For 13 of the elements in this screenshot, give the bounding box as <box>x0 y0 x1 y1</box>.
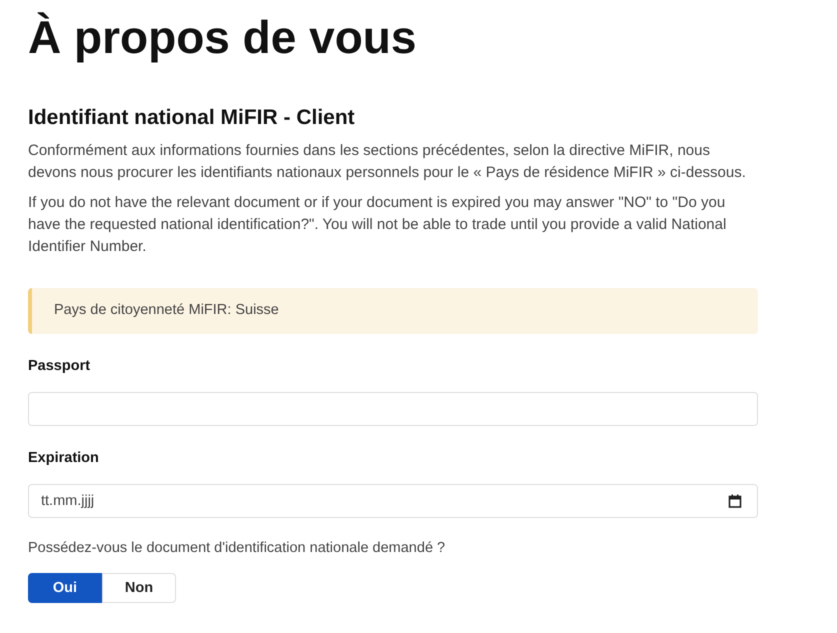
text-field[interactable] <box>28 392 758 426</box>
paragraph: If you do not have the relevant document or if your document is expired you may answer "NO" to "Do you have the requested national identification?". You will not be able to trade until you provide a valid National Identifier Number. <box>28 193 728 258</box>
page-title: À propos de vous <box>28 10 418 65</box>
toggle-option[interactable]: Oui <box>28 573 102 604</box>
field-label: Expiration <box>28 448 99 468</box>
question-text: Possédez-vous le document d'identification nationale demandé ? <box>28 538 446 558</box>
calendar-icon[interactable] <box>728 494 742 508</box>
paragraph: Conformément aux informations fournies dans les sections précédentes, selon la directive MiFIR, nous devons nous procurer les identifiants nationaux personnels pour le « Pays de résidence MiFIR » ci-dessous. <box>28 141 747 184</box>
section-title: Identifiant national MiFIR - Client <box>28 105 356 130</box>
date-field[interactable]: tt.mm.jjjj <box>28 484 758 518</box>
notice-banner: Pays de citoyenneté MiFIR: Suisse <box>28 288 758 334</box>
toggle-option[interactable]: Non <box>102 573 176 604</box>
field-label: Passport <box>28 357 90 376</box>
